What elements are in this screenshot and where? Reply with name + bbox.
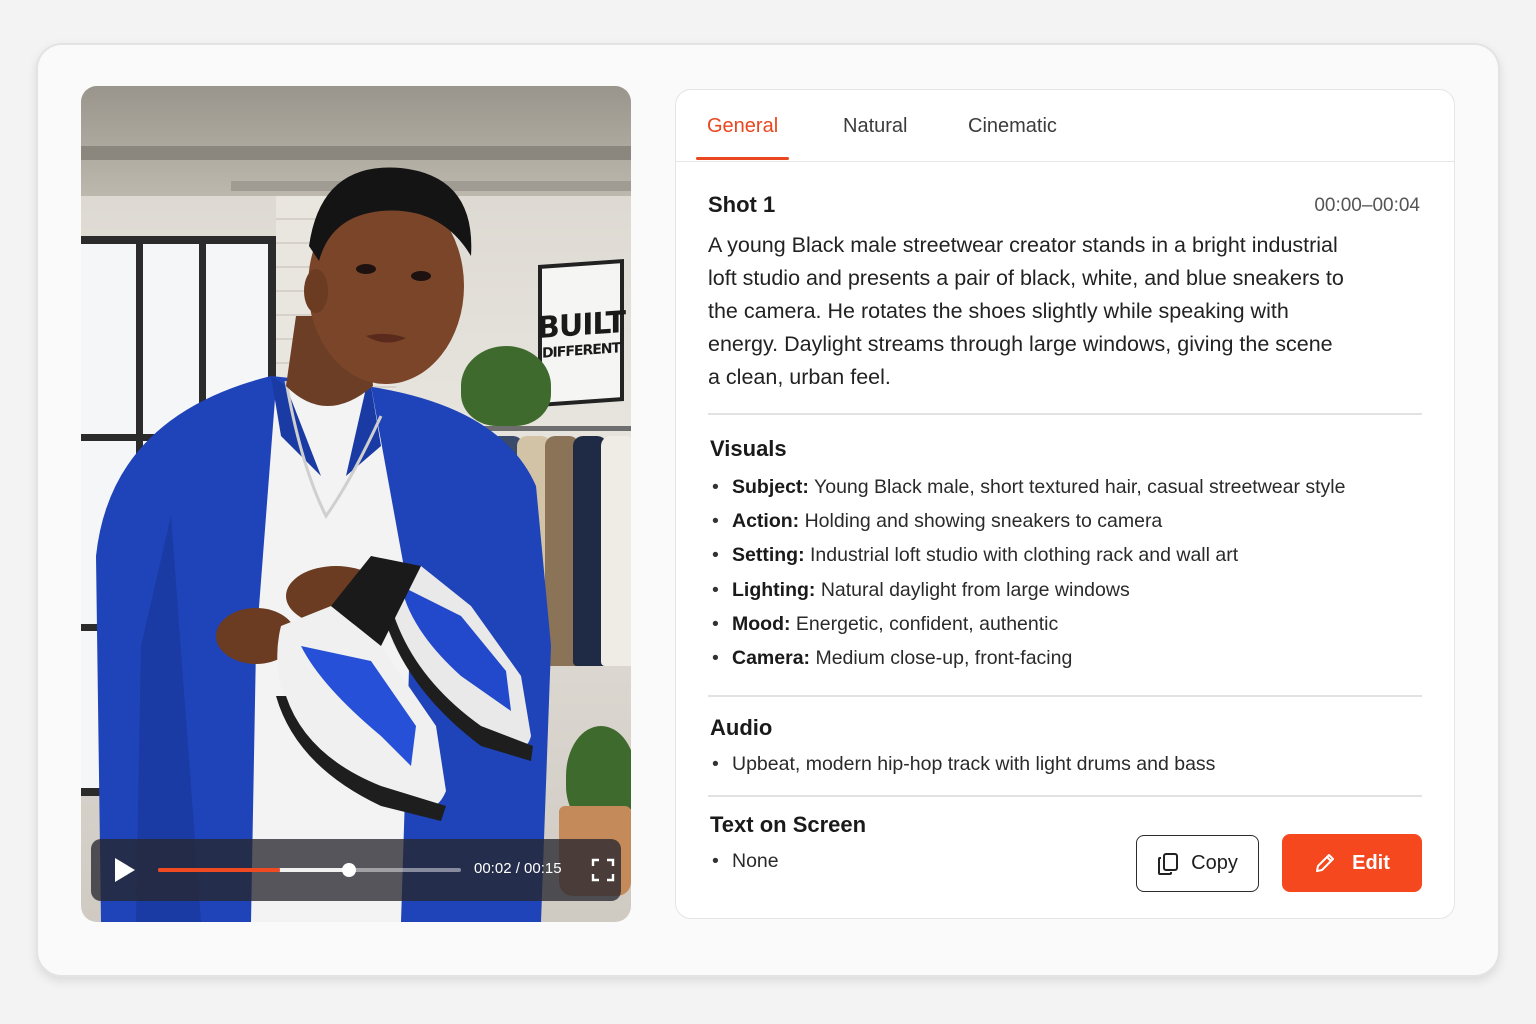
list-item: Mood: Energetic, confident, authentic: [710, 607, 1410, 641]
list-item: Setting: Industrial loft studio with clo…: [710, 538, 1410, 572]
presenter-illustration: [96, 167, 551, 922]
visuals-list: Subject: Young Black male, short texture…: [710, 470, 1410, 675]
divider: [708, 795, 1422, 797]
shot-details-panel: General Natural Cinematic Shot 1 00:00–0…: [675, 89, 1455, 919]
audio-title: Audio: [710, 715, 773, 740]
copy-icon: [1158, 852, 1179, 875]
tab-general[interactable]: General: [707, 115, 778, 138]
text-on-screen-title: Text on Screen: [710, 812, 867, 837]
video-player[interactable]: BUILT DIFFERENT 00:02 / 00:15: [81, 86, 631, 922]
edit-label: Edit: [1352, 851, 1390, 874]
timecode: 00:02 / 00:15: [474, 860, 562, 877]
shot-title: Shot 1: [708, 192, 776, 217]
active-tab-indicator: [696, 157, 789, 160]
copy-button[interactable]: Copy: [1136, 835, 1259, 892]
list-item: Subject: Young Black male, short texture…: [710, 470, 1410, 504]
progress-buffered: [280, 868, 349, 872]
copy-label: Copy: [1191, 852, 1238, 874]
divider: [708, 695, 1422, 697]
edit-button[interactable]: Edit: [1282, 834, 1422, 892]
list-item: Camera: Medium close-up, front-facing: [710, 641, 1410, 675]
shot-time-range: 00:00–00:04: [1314, 195, 1420, 216]
fullscreen-icon[interactable]: [591, 858, 615, 882]
list-item: Action: Holding and showing sneakers to …: [710, 504, 1410, 538]
divider: [708, 413, 1422, 415]
progress-bar[interactable]: [158, 863, 461, 877]
pencil-icon: [1316, 854, 1335, 872]
audio-list: Upbeat, modern hip-hop track with light …: [710, 747, 1410, 781]
shot-description: A young Black male streetwear creator st…: [708, 233, 1344, 389]
tab-natural[interactable]: Natural: [843, 115, 907, 138]
list-item: Upbeat, modern hip-hop track with light …: [710, 747, 1410, 781]
progress-played: [158, 868, 281, 872]
video-controls: 00:02 / 00:15: [91, 839, 621, 901]
tab-bar: General Natural Cinematic: [676, 90, 1454, 162]
progress-knob[interactable]: [341, 863, 356, 877]
visuals-title: Visuals: [710, 436, 787, 461]
play-icon[interactable]: [113, 857, 137, 883]
list-item: Lighting: Natural daylight from large wi…: [710, 573, 1410, 607]
tab-cinematic[interactable]: Cinematic: [968, 115, 1057, 138]
